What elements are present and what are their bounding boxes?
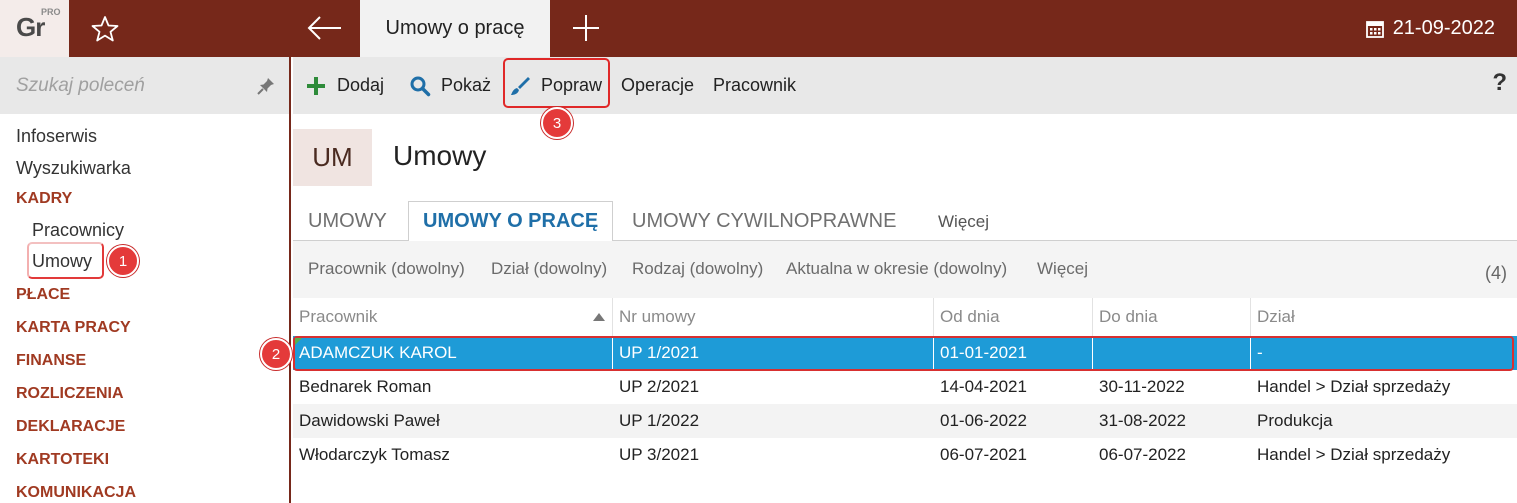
back-arrow-icon[interactable] xyxy=(305,12,345,44)
cell-pracownik: Włodarczyk Tomasz xyxy=(299,445,450,464)
filter-aktualna[interactable]: Aktualna w okresie (dowolny) xyxy=(786,259,1007,279)
sidebar-item-infoserwis[interactable]: Infoserwis xyxy=(16,126,97,147)
dodaj-label: Dodaj xyxy=(337,75,385,95)
new-tab-plus-icon[interactable] xyxy=(570,12,602,44)
cell-do-dnia: 06-07-2022 xyxy=(1099,445,1186,464)
sidebar-item-pracownicy[interactable]: Pracownicy xyxy=(32,220,124,241)
tab-umowy-o-prace-active[interactable]: UMOWY O PRACĘ xyxy=(408,201,614,242)
column-header-pracownik-label: Pracownik xyxy=(299,307,378,326)
command-search xyxy=(0,57,289,114)
top-bar: Gr PRO Umowy o pracę 21-09-2022 xyxy=(0,0,1517,57)
logo-superscript: PRO xyxy=(41,7,61,17)
filter-rodzaj[interactable]: Rodzaj (dowolny) xyxy=(632,259,763,279)
cell-od-dnia: 14-04-2021 xyxy=(940,377,1027,396)
cell-dzial: Handel > Dział sprzedaży xyxy=(1257,445,1451,464)
sidebar-section-komunikacja[interactable]: KOMUNIKACJA xyxy=(16,484,136,502)
tab-wiecej[interactable]: Więcej xyxy=(938,201,989,242)
sidebar: Infoserwis Wyszukiwarka KADRY Pracownicy… xyxy=(0,57,291,503)
dodaj-button[interactable]: Dodaj xyxy=(305,57,384,114)
sidebar-section-karta-pracy[interactable]: KARTA PRACY xyxy=(16,319,131,337)
annotation-badge-1: 1 xyxy=(107,245,139,277)
column-header-dzial[interactable]: Dział xyxy=(1251,298,1517,336)
pokaz-button[interactable]: Pokaż xyxy=(409,57,491,114)
sidebar-section-kartoteki[interactable]: KARTOTEKI xyxy=(16,451,109,469)
filter-bar: Pracownik (dowolny) Dział (dowolny) Rodz… xyxy=(293,241,1517,298)
sidebar-item-umowy[interactable]: Umowy xyxy=(32,251,92,272)
tab-umowy-cywilnoprawne[interactable]: UMOWY CYWILNOPRAWNE xyxy=(632,201,896,242)
filter-pracownik[interactable]: Pracownik (dowolny) xyxy=(308,259,465,279)
record-count: (4) xyxy=(1485,263,1507,283)
cell-nr-umowy: UP 1/2022 xyxy=(619,411,700,430)
tab-umowy[interactable]: UMOWY xyxy=(308,201,387,242)
command-search-input[interactable] xyxy=(16,71,246,101)
app-logo[interactable]: Gr PRO xyxy=(0,0,69,57)
cell-pracownik: Dawidowski Paweł xyxy=(299,411,440,430)
pin-icon[interactable] xyxy=(256,76,276,96)
add-plus-icon xyxy=(307,76,325,95)
sidebar-section-kadry[interactable]: KADRY xyxy=(16,190,72,208)
cell-nr-umowy: UP 3/2021 xyxy=(619,445,700,464)
star-icon[interactable] xyxy=(90,14,120,44)
cell-nr-umowy: UP 2/2021 xyxy=(619,377,700,396)
annotation-badge-2: 2 xyxy=(260,338,292,370)
popraw-highlight-frame xyxy=(503,58,610,108)
page-title: Umowy xyxy=(393,140,487,171)
operacje-menu[interactable]: Operacje xyxy=(621,57,694,114)
sidebar-item-wyszukiwarka[interactable]: Wyszukiwarka xyxy=(16,158,131,179)
annotation-badge-3: 3 xyxy=(541,107,573,139)
current-date: 21-09-2022 xyxy=(1392,17,1495,39)
calendar-icon xyxy=(1365,20,1384,38)
cell-do-dnia: 31-08-2022 xyxy=(1099,411,1186,430)
cell-od-dnia: 01-06-2022 xyxy=(940,411,1027,430)
cell-dzial: Produkcja xyxy=(1257,411,1333,430)
column-header-pracownik[interactable]: Pracownik xyxy=(293,298,613,336)
help-button[interactable]: ? xyxy=(1492,69,1507,97)
sidebar-section-finanse[interactable]: FINANSE xyxy=(16,352,86,370)
cell-od-dnia: 06-07-2021 xyxy=(940,445,1027,464)
contracts-table: Pracownik Nr umowy Od dnia Do dnia Dział… xyxy=(293,298,1517,472)
selected-row-highlight-frame xyxy=(293,336,1514,371)
sidebar-section-rozliczenia[interactable]: ROZLICZENIA xyxy=(16,385,124,403)
sidebar-section-place[interactable]: PŁACE xyxy=(16,286,70,304)
sort-ascending-icon[interactable] xyxy=(593,313,605,321)
table-header: Pracownik Nr umowy Od dnia Do dnia Dział xyxy=(293,298,1517,336)
row-corner-marker xyxy=(295,338,302,345)
module-code-badge: UM xyxy=(293,129,372,186)
tabs-row: UMOWY UMOWY O PRACĘ UMOWY CYWILNOPRAWNE … xyxy=(293,201,1517,242)
cell-dzial: Handel > Dział sprzedaży xyxy=(1257,377,1451,396)
app-window: Gr PRO Umowy o pracę 2 1-09-2022 Szukaj p… xyxy=(0,0,1517,503)
date-display[interactable]: 21-09-2022 xyxy=(1365,0,1495,57)
filter-dzial[interactable]: Dział (dowolny) xyxy=(491,259,607,279)
pracownik-menu[interactable]: Pracownik xyxy=(713,57,796,114)
column-header-nr-umowy[interactable]: Nr umowy xyxy=(613,298,934,336)
search-magnifier-icon xyxy=(410,76,431,96)
table-row[interactable]: Bednarek Roman UP 2/2021 14-04-2021 30-1… xyxy=(293,370,1517,404)
table-row[interactable]: Dawidowski Paweł UP 1/2022 01-06-2022 31… xyxy=(293,404,1517,438)
filter-wiecej[interactable]: Więcej xyxy=(1037,259,1088,279)
pokaz-label: Pokaż xyxy=(441,75,492,95)
column-header-do-dnia[interactable]: Do dnia xyxy=(1093,298,1251,336)
tab-umowy-o-prace[interactable]: Umowy o pracę xyxy=(360,0,550,57)
cell-do-dnia: 30-11-2022 xyxy=(1099,377,1185,396)
toolbar: Dodaj Pokaż Popraw Operacje Pracownik ? xyxy=(293,57,1517,114)
sidebar-section-deklaracje[interactable]: DEKLARACJE xyxy=(16,418,125,436)
column-header-od-dnia[interactable]: Od dnia xyxy=(934,298,1093,336)
table-row[interactable]: Włodarczyk Tomasz UP 3/2021 06-07-2021 0… xyxy=(293,438,1517,472)
cell-pracownik: Bednarek Roman xyxy=(299,377,432,396)
